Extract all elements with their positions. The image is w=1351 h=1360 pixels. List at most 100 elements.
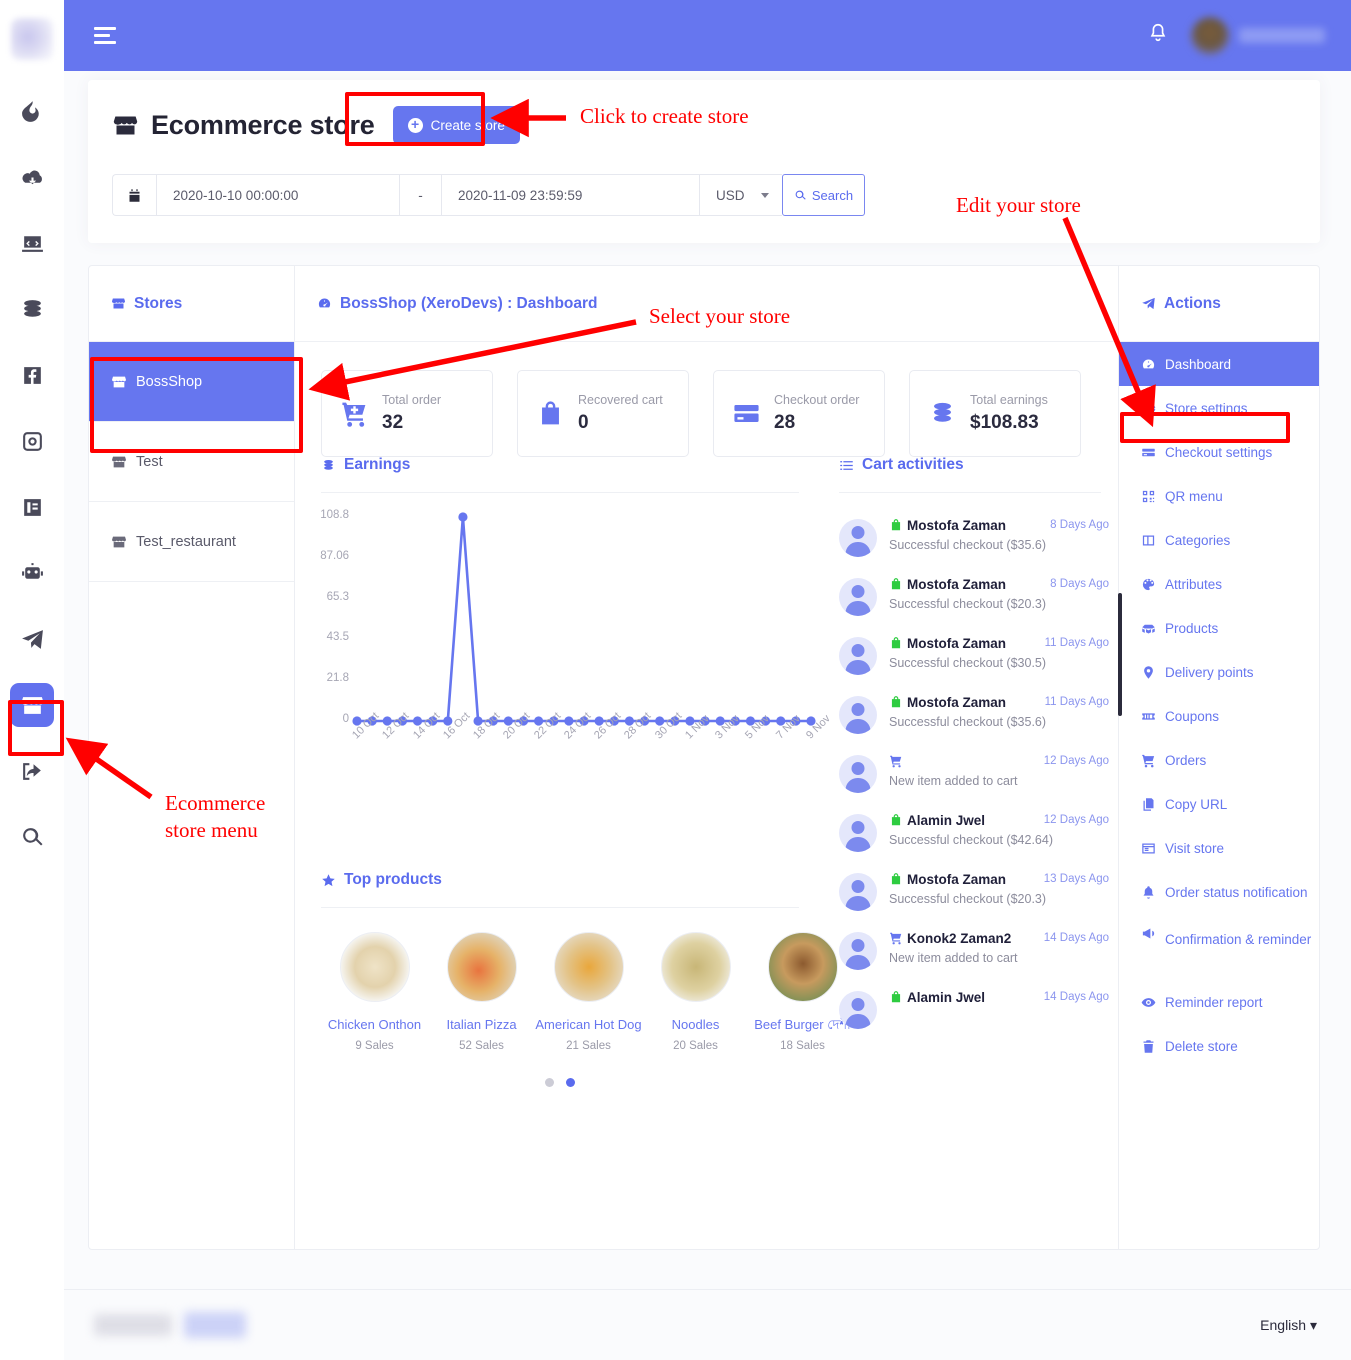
carousel-dots[interactable] (295, 1078, 825, 1087)
telegram-send-icon[interactable] (10, 617, 54, 661)
store-list-item-bossshop[interactable]: BossShop (89, 342, 294, 422)
facebook-icon[interactable] (10, 353, 54, 397)
product-sales: 9 Sales (355, 1040, 394, 1052)
cart-activity-item[interactable]: 14 Days Ago Konok2 Zaman2 New item added t… (825, 920, 1119, 979)
action-item-reminder-report[interactable]: Reminder report (1119, 980, 1319, 1024)
activity-user: Mostofa Zaman (907, 872, 1007, 887)
currency-select[interactable]: USD (699, 174, 782, 216)
store-list-item-test[interactable]: Test (89, 422, 294, 502)
hamburger-icon[interactable] (94, 27, 116, 44)
carousel-dot-2[interactable] (566, 1078, 575, 1087)
shopping-bag-icon (536, 399, 565, 428)
app-logo (11, 18, 53, 60)
cloud-download-icon[interactable] (10, 155, 54, 199)
robot-icon[interactable] (10, 551, 54, 595)
instagram-icon[interactable] (10, 419, 54, 463)
language-selector[interactable]: English ▾ (1260, 1317, 1317, 1334)
top-product-card[interactable]: American Hot Dog 21 Sales (535, 932, 642, 1052)
top-product-card[interactable]: Noodles 20 Sales (642, 932, 749, 1052)
fire-icon[interactable] (10, 89, 54, 133)
green-bag-icon (891, 637, 901, 649)
action-label: Categories (1165, 532, 1231, 548)
cart-activity-item[interactable]: 14 Days Ago Alamin Jwel (825, 979, 1119, 1038)
stat-card-total-order: Total order 32 (321, 370, 493, 457)
activity-header: 11 Days Ago Mostofa Zaman (889, 634, 1109, 653)
activity-user: Mostofa Zaman (907, 577, 1007, 592)
stat-label: Checkout order (774, 393, 860, 407)
paper-plane-icon (1142, 297, 1155, 310)
store-label: BossShop (136, 373, 203, 390)
carousel-dot-1[interactable] (545, 1078, 554, 1087)
cart-activity-item[interactable]: 12 Days Ago New item added to cart (825, 743, 1119, 802)
action-item-orders[interactable]: Orders (1119, 738, 1319, 782)
date-from-input[interactable]: 2020-10-10 00:00:00 (156, 174, 399, 216)
action-item-categories[interactable]: Categories (1119, 518, 1319, 562)
cart-activity-item[interactable]: 12 Days Ago Alamin Jwel Successful checkou… (825, 802, 1119, 861)
currency-value: USD (716, 187, 745, 203)
action-item-qr-menu[interactable]: QR menu (1119, 474, 1319, 518)
share-export-icon[interactable] (10, 749, 54, 793)
action-item-store-settings[interactable]: Store settings (1119, 386, 1319, 430)
top-product-card[interactable]: Chicken Onthon 9 Sales (321, 932, 428, 1052)
y-axis-tick: 21.8 (326, 672, 349, 685)
product-name[interactable]: Chicken Onthon (321, 1015, 428, 1035)
product-name[interactable]: American Hot Dog (535, 1015, 642, 1035)
username-label (1239, 28, 1325, 43)
action-label: Checkout settings (1165, 444, 1273, 460)
action-item-visit-store[interactable]: Visit store (1119, 826, 1319, 870)
action-item-dashboard[interactable]: Dashboard (1119, 342, 1319, 386)
green-bag-icon (891, 519, 901, 531)
activity-header: 11 Days Ago Mostofa Zaman (889, 693, 1109, 712)
search-icon[interactable] (10, 815, 54, 859)
stat-card-total-earnings: Total earnings $108.83 (909, 370, 1081, 457)
pizza-photo (446, 932, 517, 1002)
noodles-photo (660, 932, 731, 1002)
cart-activity-item[interactable]: 8 Days Ago Mostofa Zaman Successful checko… (825, 566, 1119, 625)
bell-icon[interactable] (1147, 22, 1169, 49)
store-icon (112, 112, 139, 139)
map-pin-icon (1144, 665, 1153, 679)
cart-activity-item[interactable]: 8 Days Ago Mostofa Zaman Successful checko… (825, 507, 1119, 566)
action-item-delivery-points[interactable]: Delivery points (1119, 650, 1319, 694)
action-item-coupons[interactable]: Coupons (1119, 694, 1319, 738)
store-list-item-test-restaurant[interactable]: Test_restaurant (89, 502, 294, 582)
contact-card-icon[interactable] (10, 485, 54, 529)
dashboard-gauge-icon (318, 298, 331, 308)
user-menu[interactable] (1191, 16, 1325, 55)
date-to-input[interactable]: 2020-11-09 23:59:59 (441, 174, 699, 216)
top-product-card[interactable]: Italian Pizza 52 Sales (428, 932, 535, 1052)
activity-time: 13 Days Ago (1043, 873, 1109, 885)
footer-brand-badge (184, 1312, 246, 1338)
action-item-confirmation-reminder[interactable]: Confirmation & reminder (1119, 914, 1319, 980)
coins-icon (324, 459, 333, 470)
sidebar-item-ecommerce-store[interactable] (10, 683, 54, 727)
stat-value: 28 (774, 412, 796, 433)
activity-user: Mostofa Zaman (907, 636, 1007, 651)
action-label: Attributes (1165, 576, 1223, 592)
action-item-delete-store[interactable]: Delete store (1119, 1024, 1319, 1068)
coins-icon[interactable] (10, 287, 54, 331)
cart-activity-item[interactable]: 13 Days Ago Mostofa Zaman Successful check… (825, 861, 1119, 920)
activity-description: Successful checkout ($42.64) (889, 833, 1053, 847)
create-store-button[interactable]: + Create store (392, 106, 520, 144)
search-button[interactable]: Search (782, 174, 865, 216)
earnings-line-chart: 0 21.8 43.5 65.3 87.06 108.8 10 Oct 12 Oct 14 Oc… (295, 499, 833, 799)
action-item-attributes[interactable]: Attributes (1119, 562, 1319, 606)
stat-cards-row: Total order 32 Recovered cart 0 Checkout… (295, 342, 1118, 457)
cart-activity-item[interactable]: 11 Days Ago Mostofa Zaman Successful check… (825, 684, 1119, 743)
calendar-icon[interactable] (112, 174, 156, 216)
activity-description: New item added to cart (889, 774, 1018, 788)
action-item-copy-url[interactable]: Copy URL (1119, 782, 1319, 826)
code-laptop-icon[interactable] (10, 221, 54, 265)
hotdog-photo (553, 932, 624, 1002)
create-store-label: Create store (430, 117, 505, 133)
top-products-row: Chicken Onthon 9 Sales Italian Pizza 52 Sal… (295, 908, 851, 1052)
product-name[interactable]: Noodles (642, 1015, 749, 1035)
action-item-products[interactable]: Products (1119, 606, 1319, 650)
action-item-order-status-notification[interactable]: Order status notification (1119, 870, 1319, 914)
actions-scrollbar[interactable] (1118, 593, 1122, 716)
product-name[interactable]: Italian Pizza (428, 1015, 535, 1035)
action-item-checkout-settings[interactable]: Checkout settings (1119, 430, 1319, 474)
cart-activity-item[interactable]: 11 Days Ago Mostofa Zaman Successful check… (825, 625, 1119, 684)
activity-header: 13 Days Ago Mostofa Zaman (889, 870, 1109, 889)
